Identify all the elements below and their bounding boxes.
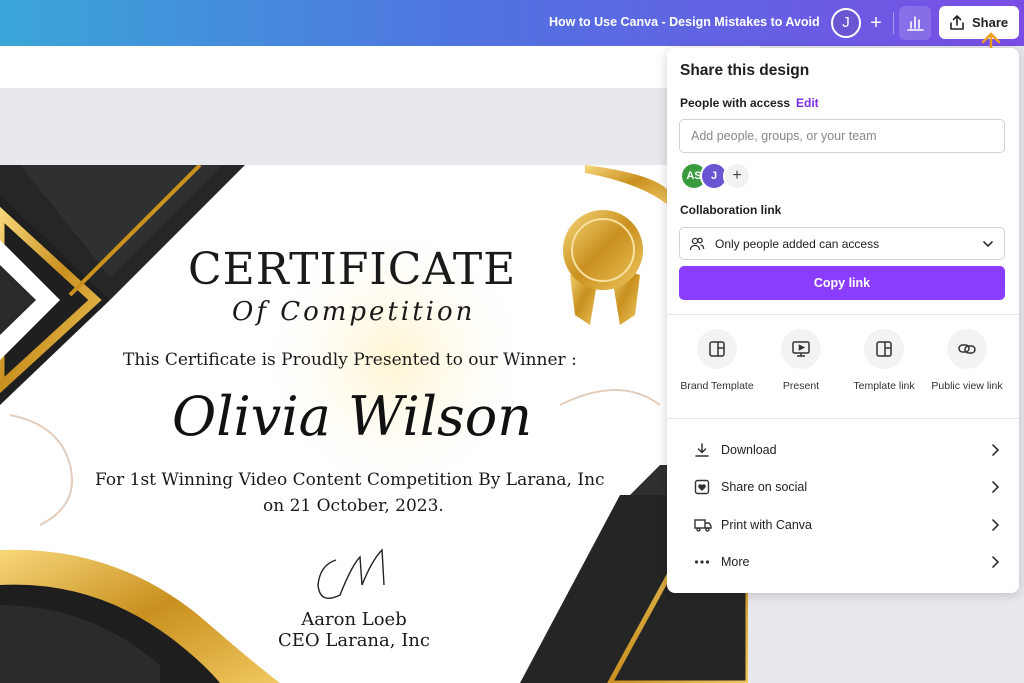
panel-divider (667, 418, 1019, 419)
share-panel-title: Share this design (680, 62, 810, 79)
share-on-social-row[interactable]: Share on social (680, 471, 1006, 503)
download-label: Download (721, 443, 777, 457)
user-avatar[interactable]: J (831, 8, 861, 38)
edit-access-link[interactable]: Edit (796, 96, 819, 110)
present-icon (792, 341, 810, 357)
heart-icon (694, 479, 710, 495)
share-button-label: Share (972, 15, 1009, 30)
public-view-link-label: Public view link (931, 380, 1003, 392)
winner-name: Olivia Wilson (172, 385, 533, 448)
template-icon (709, 341, 725, 357)
truck-icon (694, 519, 712, 532)
certificate-design[interactable]: CERTIFICATE Of Competition This Certific… (0, 165, 748, 683)
toolbar-divider (893, 12, 894, 34)
top-bar: How to Use Canva - Design Mistakes to Av… (0, 0, 1024, 46)
share-upload-icon (950, 15, 964, 30)
people-icon (689, 237, 705, 251)
document-title[interactable]: How to Use Canva - Design Mistakes to Av… (549, 15, 820, 29)
link-icon (958, 344, 976, 354)
certificate-presented-line: This Certificate is Proudly Presented to… (123, 350, 577, 370)
certificate-for-line: For 1st Winning Video Content Competitio… (95, 470, 605, 490)
brand-template-option[interactable]: Brand Template (677, 329, 757, 393)
download-row[interactable]: Download (680, 434, 1006, 466)
template-link-label: Template link (853, 380, 915, 392)
present-option[interactable]: Present (761, 329, 841, 393)
template-link-icon (876, 341, 892, 357)
signer-name: Aaron Loeb (301, 609, 407, 630)
download-icon (695, 443, 709, 457)
print-with-canva-label: Print with Canva (721, 518, 813, 532)
chevron-right-icon (992, 556, 1000, 568)
certificate-date-line: on 21 October, 2023. (263, 496, 444, 516)
people-with-access-label: People with access (680, 96, 791, 110)
chevron-down-icon (983, 241, 993, 248)
copy-link-button[interactable]: Copy link (679, 266, 1005, 300)
public-view-link-option[interactable]: Public view link (927, 329, 1007, 393)
chevron-right-icon (992, 519, 1000, 531)
add-collaborator-button[interactable]: + (864, 11, 888, 35)
print-with-canva-row[interactable]: Print with Canva (680, 509, 1006, 541)
brand-template-label: Brand Template (680, 380, 754, 392)
more-row[interactable]: More (680, 546, 1006, 578)
signer-title: CEO Larana, Inc (278, 630, 430, 651)
certificate-subtitle: Of Competition (232, 297, 476, 327)
more-icon (694, 560, 710, 564)
share-button[interactable]: Share (939, 6, 1019, 39)
access-level-dropdown[interactable]: Only people added can access (679, 227, 1005, 260)
editor-toolbar (0, 46, 760, 88)
insights-button[interactable] (899, 6, 931, 40)
panel-divider (667, 314, 1019, 315)
more-label: More (721, 555, 750, 569)
certificate-title: CERTIFICATE (188, 244, 517, 295)
collaboration-link-label: Collaboration link (680, 203, 782, 217)
present-label: Present (782, 380, 820, 392)
template-link-option[interactable]: Template link (844, 329, 924, 393)
access-level-value: Only people added can access (715, 237, 880, 251)
chevron-right-icon (992, 444, 1000, 456)
share-on-social-label: Share on social (721, 480, 808, 494)
bar-chart-icon (907, 16, 924, 31)
add-people-input[interactable] (679, 119, 1005, 153)
chevron-right-icon (992, 481, 1000, 493)
share-panel: Share this design People with access Edi… (667, 48, 1019, 593)
add-collaborator-avatar-button[interactable]: + (723, 162, 751, 190)
